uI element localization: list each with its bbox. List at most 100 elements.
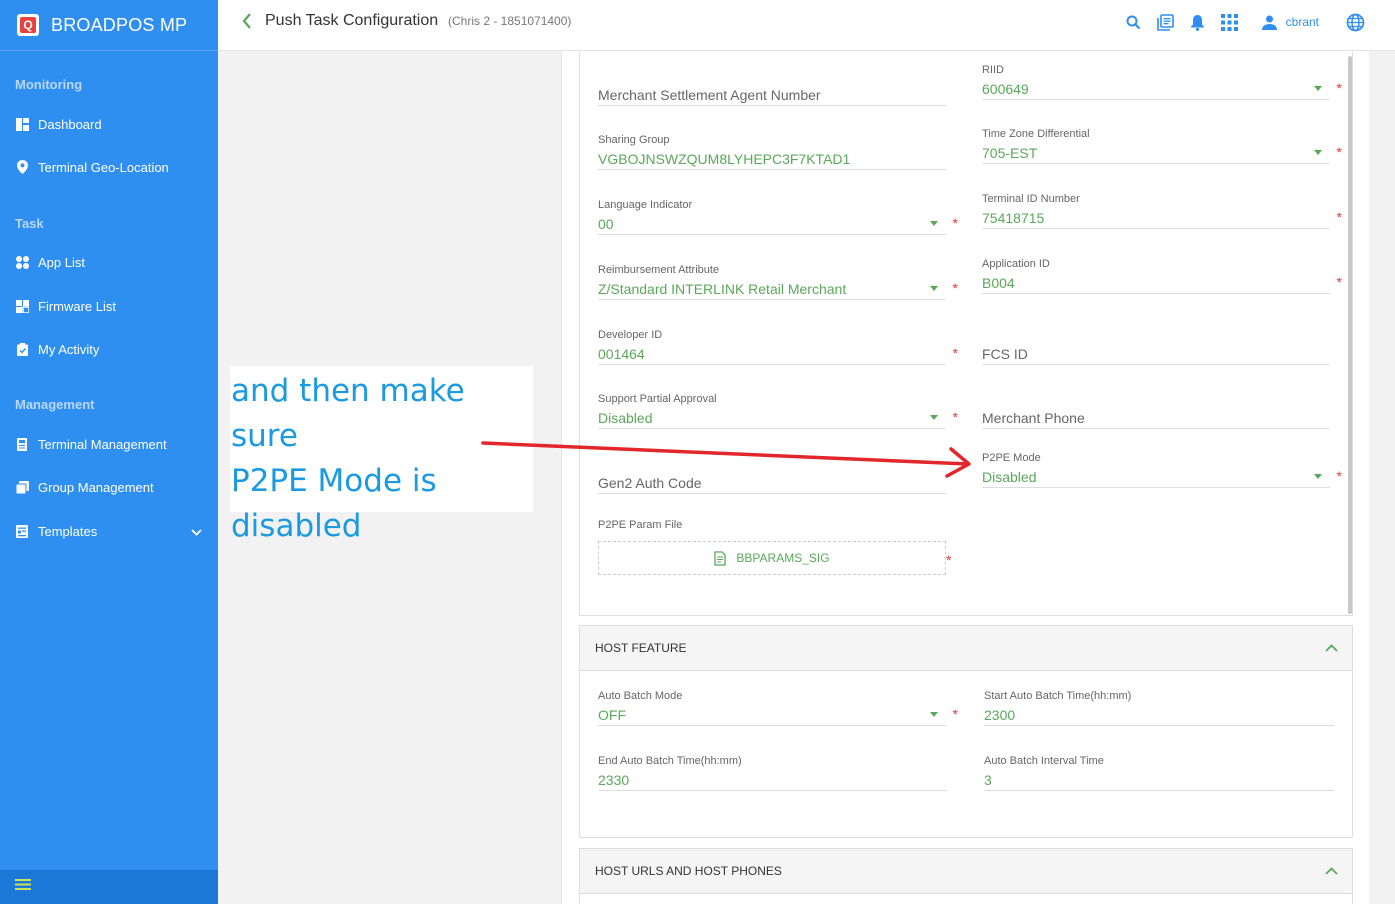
gen2-auth-code-placeholder[interactable]: Gen2 Auth Code bbox=[598, 472, 946, 494]
user-avatar-icon[interactable] bbox=[1260, 12, 1280, 32]
sidebar-item-label: App List bbox=[38, 254, 85, 270]
chevron-up-icon[interactable] bbox=[1325, 641, 1338, 655]
sidebar-item-dashboard[interactable]: Dashboard bbox=[0, 106, 218, 142]
sidebar-item-label: Terminal Management bbox=[38, 436, 167, 452]
sidebar-item-geo-location[interactable]: Terminal Geo-Location bbox=[0, 149, 218, 185]
brand[interactable]: Q BROADPOS MP bbox=[0, 0, 218, 51]
end-auto-batch-time-field[interactable]: End Auto Batch Time(hh:mm) 2330 bbox=[598, 755, 947, 791]
p2pe-mode-value[interactable]: Disabled bbox=[982, 466, 1330, 488]
terminal-id-number-field[interactable]: Terminal ID Number 75418715 * bbox=[982, 193, 1342, 229]
p2pe-param-file-name: BBPARAMS_SIG bbox=[736, 551, 830, 565]
language-indicator-select[interactable]: Language Indicator 00 * bbox=[598, 199, 958, 235]
firmware-icon bbox=[15, 299, 29, 313]
template-icon bbox=[15, 524, 29, 538]
dropdown-caret-icon[interactable] bbox=[1314, 474, 1322, 479]
start-auto-batch-time-input[interactable]: 2300 bbox=[984, 704, 1334, 726]
application-id-field[interactable]: Application ID B004 * bbox=[982, 258, 1342, 294]
reimbursement-attribute-value[interactable]: Z/Standard INTERLINK Retail Merchant bbox=[598, 278, 946, 300]
sidebar-item-firmware-list[interactable]: Firmware List bbox=[0, 288, 218, 324]
auto-batch-mode-select[interactable]: Auto Batch Mode OFF * bbox=[598, 690, 958, 726]
sidebar-item-label: Templates bbox=[38, 523, 98, 539]
merchant-phone-field[interactable]: Merchant Phone bbox=[982, 393, 1330, 429]
reimbursement-attribute-select[interactable]: Reimbursement Attribute Z/Standard INTER… bbox=[598, 264, 958, 300]
dropdown-caret-icon[interactable] bbox=[1314, 86, 1322, 91]
field-label: Terminal ID Number bbox=[982, 193, 1080, 205]
developer-id-field[interactable]: Developer ID 001464 * bbox=[598, 329, 958, 365]
p2pe-param-file-field: P2PE Param File bbox=[598, 519, 946, 533]
sharing-group-field[interactable]: Sharing Group VGBOJNSWZQUM8LYHEPC3F7KTAD… bbox=[598, 134, 946, 170]
time-zone-differential-select[interactable]: Time Zone Differential 705-EST * bbox=[982, 128, 1342, 164]
annotation-note: and then make sure P2PE Mode is disabled bbox=[230, 366, 533, 544]
host-feature-header[interactable]: HOST FEATURE bbox=[579, 625, 1353, 671]
merchant-phone-placeholder[interactable]: Merchant Phone bbox=[982, 407, 1330, 429]
support-partial-approval-value[interactable]: Disabled bbox=[598, 407, 946, 429]
sidebar-item-group-management[interactable]: Group Management bbox=[0, 469, 218, 505]
fcs-id-placeholder[interactable]: FCS ID bbox=[982, 343, 1330, 365]
riid-value[interactable]: 600649 bbox=[982, 78, 1330, 100]
field-label: End Auto Batch Time(hh:mm) bbox=[598, 755, 742, 767]
field-label: Application ID bbox=[982, 258, 1050, 270]
sidebar-item-app-list[interactable]: App List bbox=[0, 244, 218, 280]
sidebar-item-terminal-management[interactable]: Terminal Management bbox=[0, 426, 218, 462]
annotation-line: and then make sure bbox=[231, 373, 465, 454]
merchant-settlement-agent-number-field[interactable]: Merchant Settlement Agent Number bbox=[598, 70, 946, 106]
brand-logo-icon: Q bbox=[17, 14, 39, 36]
annotation-line: P2PE Mode is bbox=[231, 463, 437, 499]
auto-batch-interval-time-field[interactable]: Auto Batch Interval Time 3 bbox=[984, 755, 1334, 791]
chevron-up-icon[interactable] bbox=[1325, 864, 1338, 878]
p2pe-mode-select[interactable]: P2PE Mode Disabled * bbox=[982, 452, 1342, 488]
language-indicator-value[interactable]: 00 bbox=[598, 213, 946, 235]
field-label: Auto Batch Mode bbox=[598, 690, 683, 702]
scrollbar[interactable] bbox=[1348, 56, 1352, 614]
user-name[interactable]: cbrant bbox=[1286, 15, 1319, 29]
end-auto-batch-time-input[interactable]: 2330 bbox=[598, 769, 947, 791]
p2pe-param-file-box[interactable]: BBPARAMS_SIG bbox=[598, 541, 946, 575]
support-partial-approval-select[interactable]: Support Partial Approval Disabled * bbox=[598, 393, 958, 429]
back-arrow-icon[interactable] bbox=[242, 13, 252, 34]
dropdown-caret-icon[interactable] bbox=[930, 712, 938, 717]
host-urls-card bbox=[579, 894, 1353, 904]
host-feature-title: HOST FEATURE bbox=[595, 641, 687, 655]
sidebar-collapse-toggle[interactable] bbox=[0, 870, 218, 904]
riid-select[interactable]: RIID 600649 * bbox=[982, 64, 1342, 100]
time-zone-differential-value[interactable]: 705-EST bbox=[982, 142, 1330, 164]
sidebar-item-templates[interactable]: Templates bbox=[0, 513, 218, 549]
dropdown-caret-icon[interactable] bbox=[930, 286, 938, 291]
fcs-id-field[interactable]: FCS ID bbox=[982, 329, 1330, 365]
section-task: Task bbox=[15, 216, 44, 231]
sidebar: Q BROADPOS MP Monitoring Dashboard Termi… bbox=[0, 0, 218, 904]
field-label: Start Auto Batch Time(hh:mm) bbox=[984, 690, 1132, 702]
required-asterisk: * bbox=[952, 345, 958, 361]
sidebar-item-label: My Activity bbox=[38, 341, 100, 357]
document-list-icon[interactable] bbox=[1156, 12, 1176, 32]
developer-id-input[interactable]: 001464 bbox=[598, 343, 946, 365]
auto-batch-mode-value[interactable]: OFF bbox=[598, 704, 946, 726]
dropdown-caret-icon[interactable] bbox=[930, 221, 938, 226]
merchant-settlement-agent-number-placeholder[interactable]: Merchant Settlement Agent Number bbox=[598, 84, 946, 106]
required-asterisk: * bbox=[946, 552, 952, 568]
sharing-group-input[interactable]: VGBOJNSWZQUM8LYHEPC3F7KTAD1 bbox=[598, 148, 946, 170]
required-asterisk: * bbox=[952, 215, 958, 231]
host-urls-header[interactable]: HOST URLS AND HOST PHONES bbox=[579, 848, 1353, 894]
start-auto-batch-time-field[interactable]: Start Auto Batch Time(hh:mm) 2300 bbox=[984, 690, 1334, 726]
application-id-input[interactable]: B004 bbox=[982, 272, 1330, 294]
sidebar-item-label: Firmware List bbox=[38, 298, 117, 314]
terminal-id-number-input[interactable]: 75418715 bbox=[982, 207, 1330, 229]
globe-icon[interactable] bbox=[1345, 12, 1365, 32]
required-asterisk: * bbox=[1336, 80, 1342, 96]
sidebar-item-my-activity[interactable]: My Activity bbox=[0, 331, 218, 367]
file-icon bbox=[714, 550, 727, 566]
section-monitoring: Monitoring bbox=[15, 77, 83, 92]
field-label: Support Partial Approval bbox=[598, 393, 717, 405]
bell-icon[interactable] bbox=[1188, 12, 1208, 32]
group-icon bbox=[15, 480, 29, 494]
dropdown-caret-icon[interactable] bbox=[930, 415, 938, 420]
chevron-down-icon[interactable] bbox=[191, 524, 202, 539]
gen2-auth-code-field[interactable]: Gen2 Auth Code bbox=[598, 458, 946, 494]
dropdown-caret-icon[interactable] bbox=[1314, 150, 1322, 155]
search-icon[interactable] bbox=[1124, 12, 1144, 32]
auto-batch-interval-time-input[interactable]: 3 bbox=[984, 769, 1334, 791]
app-grid-icon[interactable] bbox=[1220, 12, 1240, 32]
required-asterisk: * bbox=[1336, 468, 1342, 484]
required-asterisk: * bbox=[952, 280, 958, 296]
